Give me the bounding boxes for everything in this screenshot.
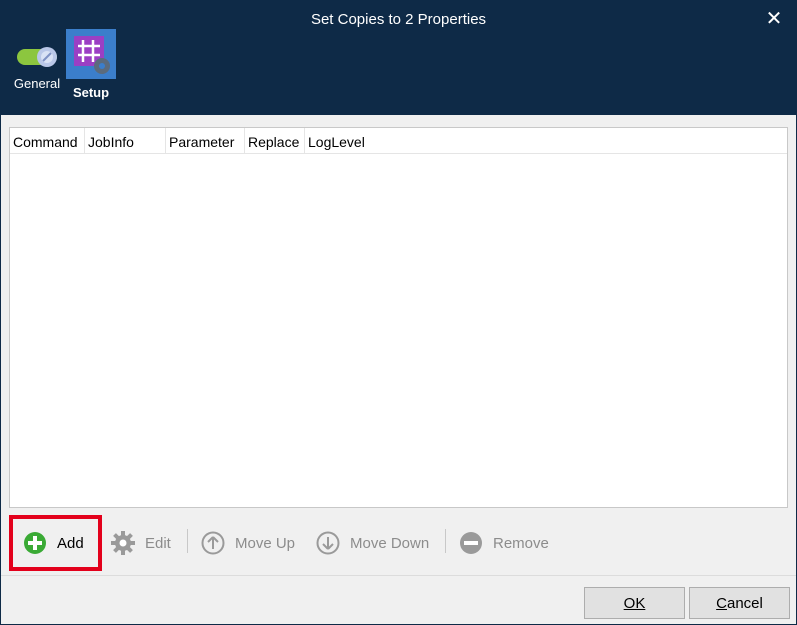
ok-label: OK xyxy=(623,594,646,612)
tab-general[interactable]: General xyxy=(11,44,63,114)
gear-icon xyxy=(111,531,135,555)
tab-setup[interactable]: Setup xyxy=(65,29,117,114)
arrow-down-circle-icon xyxy=(316,531,340,555)
dialog-header: Set Copies to 2 Properties ✕ General Set… xyxy=(1,1,796,115)
cancel-label: Cancel xyxy=(716,594,763,612)
arrow-up-circle-icon xyxy=(201,531,225,555)
cancel-button[interactable]: Cancel xyxy=(689,587,790,619)
add-label: Add xyxy=(57,534,84,552)
remove-label: Remove xyxy=(493,534,549,552)
dialog-title: Set Copies to 2 Properties xyxy=(310,11,487,28)
dialog-footer: OK Cancel xyxy=(1,575,796,624)
properties-dialog: Set Copies to 2 Properties ✕ General Set… xyxy=(0,0,797,625)
command-list[interactable]: Command JobInfo Parameter Replace LogLev… xyxy=(9,127,788,508)
ok-button[interactable]: OK xyxy=(584,587,685,619)
add-button[interactable]: Add xyxy=(9,515,102,571)
column-header-parameter[interactable]: Parameter xyxy=(166,128,245,154)
toolbar-separator xyxy=(187,529,188,553)
column-header-loglevel[interactable]: LogLevel xyxy=(305,128,405,154)
toolbar-separator xyxy=(445,529,446,553)
toggle-icon xyxy=(17,47,57,67)
list-body[interactable] xyxy=(10,155,787,507)
remove-button[interactable]: Remove xyxy=(459,515,549,571)
close-icon: ✕ xyxy=(765,7,783,30)
close-button[interactable]: ✕ xyxy=(761,6,787,30)
move-up-button[interactable]: Move Up xyxy=(201,515,295,571)
move-up-label: Move Up xyxy=(235,534,296,552)
tab-general-label: General xyxy=(13,76,61,91)
column-header-replace[interactable]: Replace xyxy=(245,128,305,154)
tab-setup-label: Setup xyxy=(72,85,110,100)
column-header-jobinfo[interactable]: JobInfo xyxy=(85,128,166,154)
move-down-button[interactable]: Move Down xyxy=(316,515,429,571)
hash-gear-icon xyxy=(66,29,116,79)
column-header-row: Command JobInfo Parameter Replace LogLev… xyxy=(10,128,787,154)
column-header-command[interactable]: Command xyxy=(10,128,85,154)
command-toolbar: Add Edit Move Up Move Down Remove xyxy=(1,515,796,571)
add-circle-icon xyxy=(24,532,46,554)
edit-label: Edit xyxy=(145,534,171,552)
minus-circle-icon xyxy=(460,532,482,554)
edit-button[interactable]: Edit xyxy=(111,515,171,571)
move-down-label: Move Down xyxy=(350,534,430,552)
